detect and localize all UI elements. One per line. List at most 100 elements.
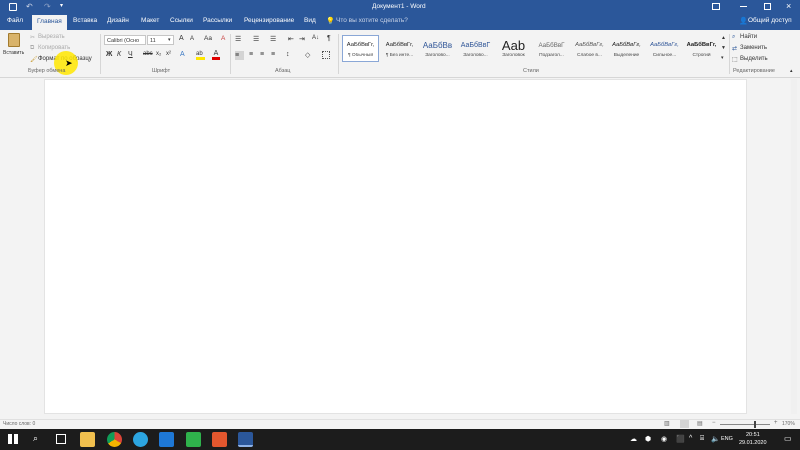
strikethrough-icon[interactable]: abc xyxy=(143,51,153,57)
line-spacing-icon[interactable]: ↕ xyxy=(286,51,290,58)
bold-icon[interactable]: Ж xyxy=(106,51,112,58)
zoom-slider-thumb[interactable] xyxy=(754,421,756,428)
network-icon[interactable]: ⌸ xyxy=(700,435,704,443)
file-explorer-icon[interactable] xyxy=(80,432,95,447)
tab-file[interactable]: Файл xyxy=(7,17,23,24)
style-heading-1[interactable]: АаБбВв Заголово... xyxy=(419,35,456,62)
web-layout-icon[interactable]: ▤ xyxy=(697,420,703,427)
tab-review[interactable]: Рецензирование xyxy=(244,17,294,24)
shrink-font-icon[interactable]: A xyxy=(190,36,194,42)
clock-time[interactable]: 20:51 xyxy=(746,432,760,438)
sort-icon[interactable]: A↓ xyxy=(312,35,319,41)
cut-button[interactable]: Вырезать xyxy=(38,34,65,40)
font-color-icon[interactable]: A xyxy=(212,50,220,60)
align-left-icon[interactable]: ≡ xyxy=(235,51,244,60)
text-effects-icon[interactable]: A xyxy=(180,51,185,58)
style-no-spacing[interactable]: АаБбВвГг, ¶ Без инте... xyxy=(381,35,418,62)
notifications-icon[interactable]: ▭ xyxy=(784,434,792,443)
save-icon[interactable] xyxy=(9,3,17,11)
edge-icon[interactable] xyxy=(159,432,174,447)
bullets-icon[interactable]: ☰ xyxy=(235,35,241,43)
numbering-icon[interactable]: ☰ xyxy=(253,35,259,43)
zoom-in-icon[interactable]: + xyxy=(774,420,778,426)
select-button[interactable]: Выделить xyxy=(740,56,768,62)
volume-icon[interactable]: 🔈 xyxy=(711,435,720,443)
camtasia-red-icon[interactable] xyxy=(212,432,227,447)
ribbon-options-icon[interactable] xyxy=(712,3,720,10)
zoom-level[interactable]: 170% xyxy=(782,421,795,427)
task-view-icon[interactable] xyxy=(56,434,66,444)
tab-design[interactable]: Дизайн xyxy=(107,17,129,24)
zoom-slider[interactable] xyxy=(720,421,770,428)
style-normal[interactable]: АаБбВвГг, ¶ Обычный xyxy=(342,35,379,62)
style-strong[interactable]: АаБбВвГг, Строгий xyxy=(683,35,720,62)
share-button[interactable]: Общий доступ xyxy=(748,17,792,24)
minimize-icon[interactable] xyxy=(740,6,747,7)
replace-button[interactable]: Заменить xyxy=(740,45,767,51)
style-subtle-emphasis[interactable]: АаБбВвГг, Слабое в... xyxy=(571,35,608,62)
camtasia-green-icon[interactable] xyxy=(186,432,201,447)
superscript-icon[interactable]: x² xyxy=(166,51,171,57)
tell-me-search[interactable]: Что вы хотите сделать? xyxy=(336,17,408,24)
styles-scroll-up-icon[interactable]: ▲ xyxy=(721,35,726,41)
word-icon[interactable] xyxy=(238,432,253,447)
styles-scroll-down-icon[interactable]: ▼ xyxy=(721,45,726,51)
maximize-icon[interactable] xyxy=(764,3,771,10)
underline-icon[interactable]: Ч xyxy=(128,51,133,58)
zoom-out-icon[interactable]: − xyxy=(712,420,716,426)
tab-layout[interactable]: Макет xyxy=(141,17,159,24)
tray-icon[interactable]: ⬢ xyxy=(645,435,651,443)
decrease-indent-icon[interactable]: ⇤ xyxy=(288,35,294,43)
align-right-icon[interactable]: ≡ xyxy=(260,51,264,58)
tray-icon[interactable]: ☁ xyxy=(630,435,637,443)
tab-home[interactable]: Главная xyxy=(32,15,67,30)
tray-icon[interactable]: ◉ xyxy=(661,435,667,443)
change-case-icon[interactable]: Aa xyxy=(204,35,212,42)
print-layout-icon[interactable] xyxy=(680,420,689,428)
show-hidden-icons-icon[interactable]: ^ xyxy=(689,435,692,442)
cut-icon: ✂ xyxy=(30,35,36,41)
word-count[interactable]: Число слов: 0 xyxy=(3,421,35,427)
tab-mailings[interactable]: Рассылки xyxy=(203,17,232,24)
highlight-color-icon[interactable]: ab xyxy=(196,51,205,60)
find-button[interactable]: Найти xyxy=(740,34,757,40)
italic-icon[interactable]: К xyxy=(117,51,121,58)
font-name-dropdown[interactable]: Calibri (Осно xyxy=(104,35,146,45)
close-icon[interactable]: × xyxy=(786,1,791,11)
borders-icon[interactable] xyxy=(322,51,330,59)
styles-more-icon[interactable]: ▾ xyxy=(721,55,724,61)
pilcrow-icon[interactable]: ¶ xyxy=(327,35,331,42)
windows-start-icon[interactable] xyxy=(8,434,18,444)
subscript-icon[interactable]: x₂ xyxy=(156,51,161,57)
document-page[interactable] xyxy=(44,79,747,414)
vertical-scrollbar[interactable] xyxy=(791,79,797,414)
multilevel-list-icon[interactable]: ☰ xyxy=(270,35,276,43)
tab-insert[interactable]: Вставка xyxy=(73,17,97,24)
style-subtitle[interactable]: АаБбВвГ Подзагол... xyxy=(533,35,570,62)
collapse-ribbon-icon[interactable]: ▴ xyxy=(790,68,793,74)
style-emphasis[interactable]: АаБбВвГг, Выделение xyxy=(608,35,645,62)
search-icon[interactable]: ⌕ xyxy=(33,433,38,444)
undo-icon[interactable]: ↶ xyxy=(26,2,33,11)
increase-indent-icon[interactable]: ⇥ xyxy=(299,35,305,43)
style-title[interactable]: Ааb Заголовок xyxy=(495,35,532,62)
tray-icon[interactable]: ⬛ xyxy=(676,435,685,443)
language-indicator[interactable]: ENG xyxy=(721,436,733,442)
customize-toolbar-icon[interactable]: ▾ xyxy=(60,2,63,9)
paste-button[interactable]: Вставить xyxy=(3,33,25,65)
tab-view[interactable]: Вид xyxy=(304,17,316,24)
redo-icon[interactable]: ↷ xyxy=(44,2,51,11)
style-heading-2[interactable]: АаБбВвГ Заголово... xyxy=(457,35,494,62)
justify-icon[interactable]: ≡ xyxy=(271,51,275,58)
tab-references[interactable]: Ссылки xyxy=(170,17,193,24)
telegram-icon[interactable] xyxy=(133,432,148,447)
align-center-icon[interactable]: ≡ xyxy=(249,51,253,58)
clock-date[interactable]: 29.01.2020 xyxy=(739,440,767,446)
grow-font-icon[interactable]: A xyxy=(179,35,184,42)
chrome-icon[interactable] xyxy=(107,432,122,447)
read-mode-icon[interactable]: ▥ xyxy=(664,420,670,427)
style-intense-emphasis[interactable]: АаБбВвГг, Сильное... xyxy=(646,35,683,62)
font-size-dropdown[interactable]: 11 ▾ xyxy=(147,35,174,45)
clear-formatting-icon[interactable]: A xyxy=(221,35,225,42)
shading-icon[interactable]: ◇ xyxy=(305,51,310,59)
